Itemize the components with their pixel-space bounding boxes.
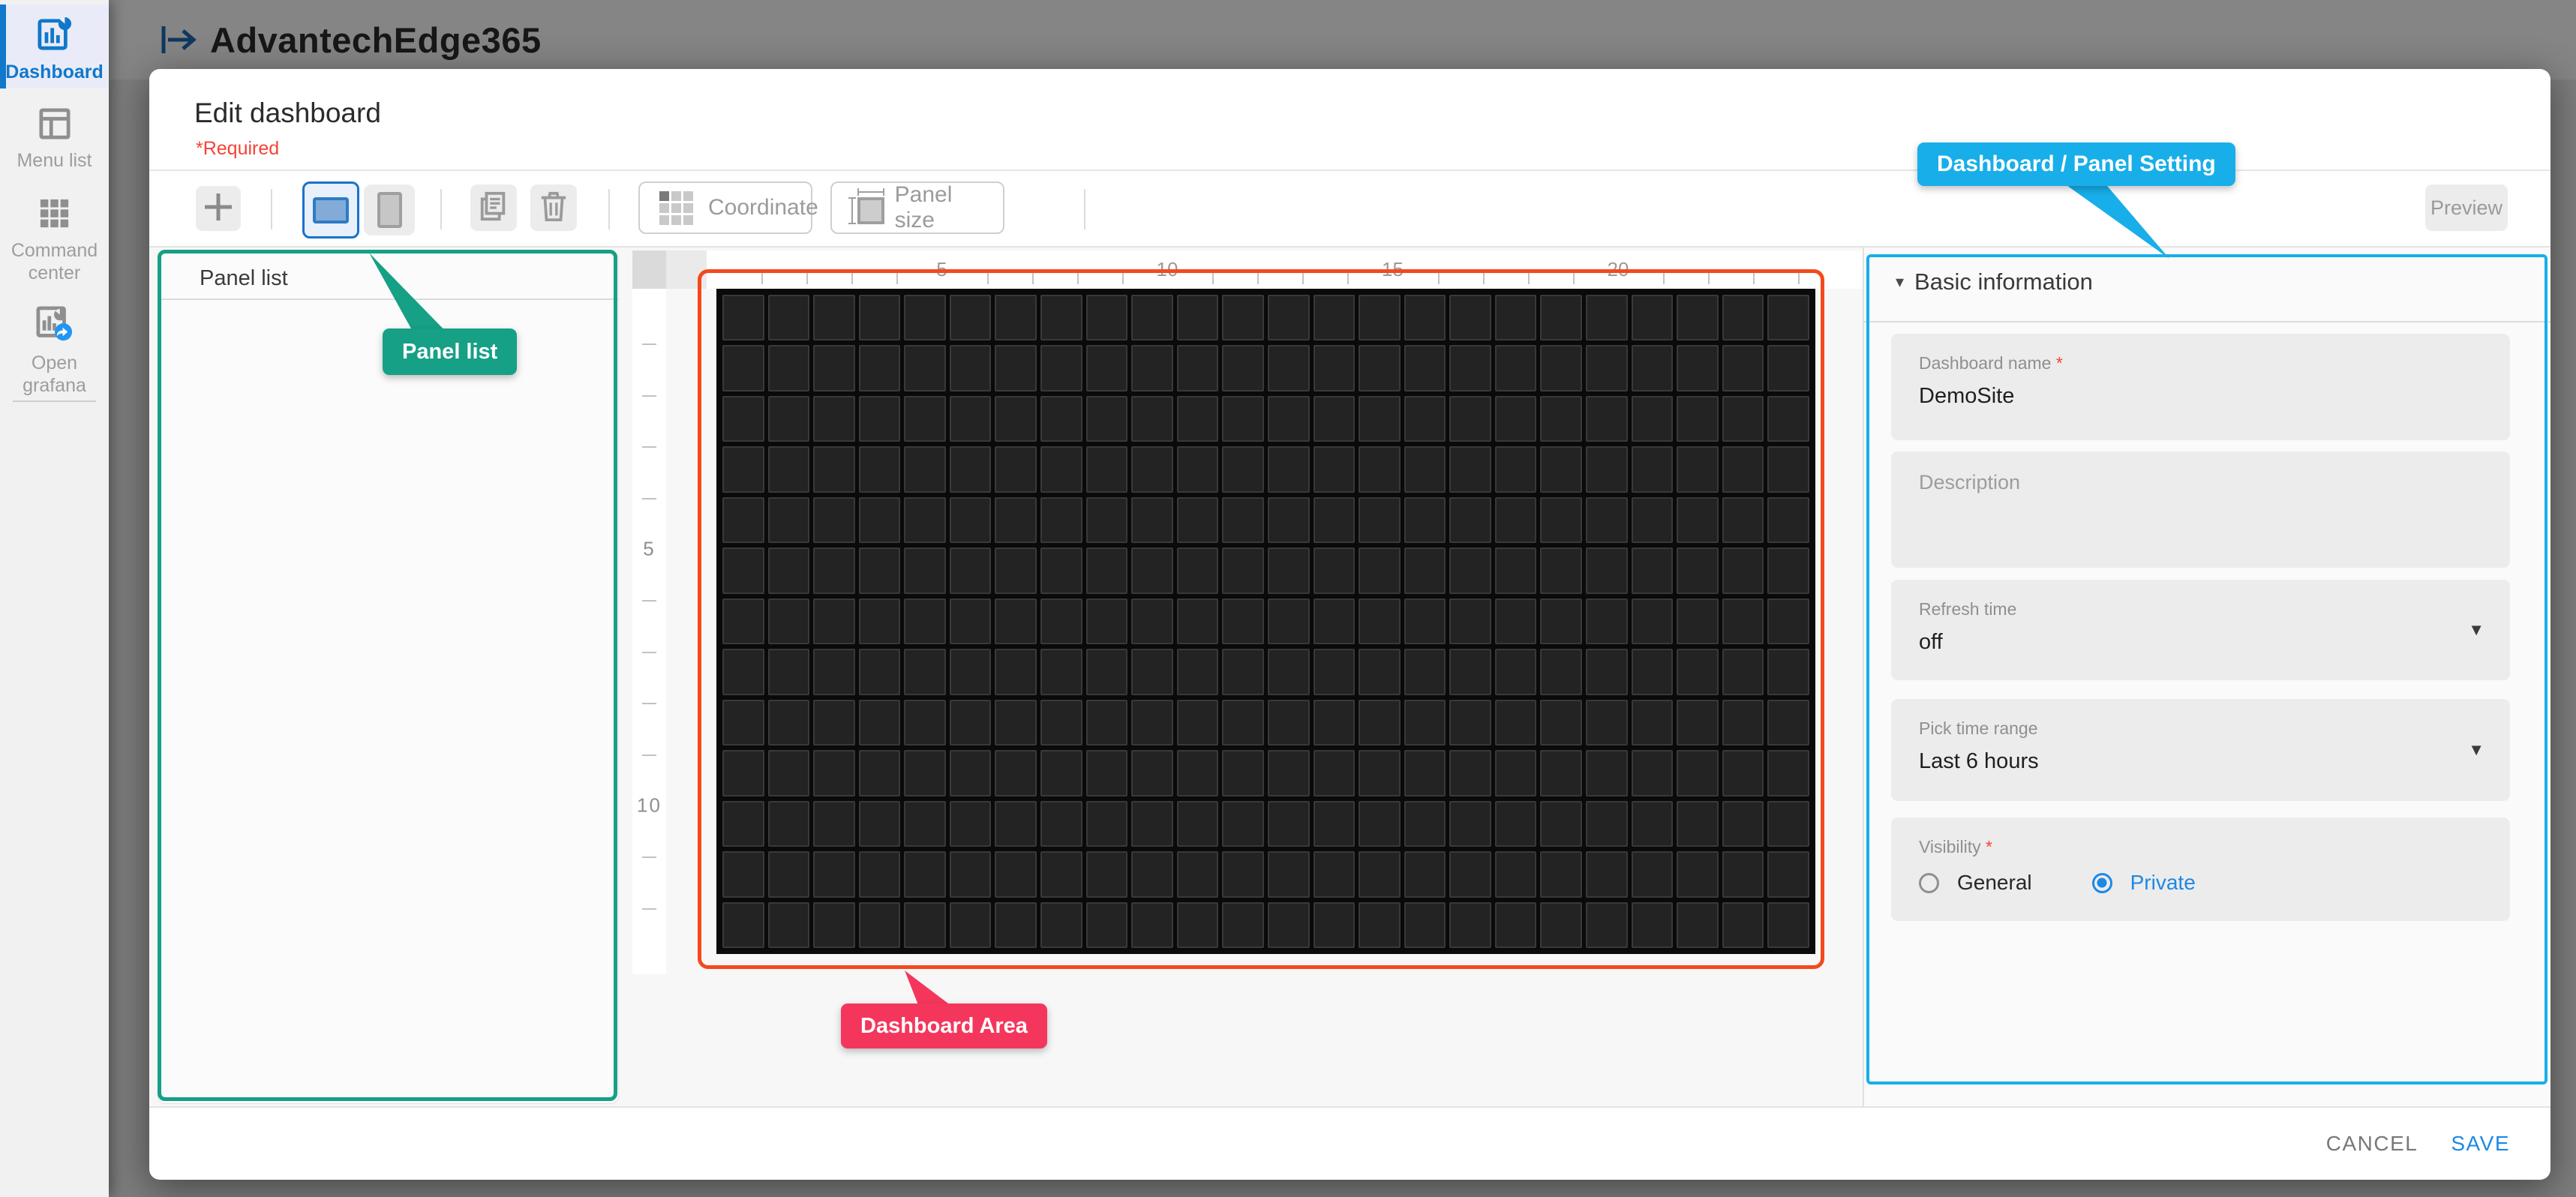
- mobile-layout-toggle[interactable]: [364, 184, 415, 236]
- copy-icon: [478, 190, 509, 226]
- toolbar-separator: [608, 189, 610, 230]
- delete-panel-button[interactable]: [530, 184, 577, 231]
- save-button[interactable]: SAVE: [2451, 1132, 2510, 1156]
- open-grafana-icon: [36, 306, 74, 346]
- sidebar-divider: [13, 400, 96, 402]
- sidebar-item-command-center[interactable]: Command center: [0, 186, 109, 276]
- coordinate-button[interactable]: Coordinate: [638, 182, 812, 234]
- ruler-corner: [632, 250, 666, 289]
- panel-size-label: Panel size: [895, 182, 983, 233]
- plus-icon: [203, 192, 233, 226]
- screen: AdvantechEdge365 Dashboard: [0, 0, 2576, 1197]
- menu-list-icon: [39, 108, 71, 143]
- coordinate-icon: [659, 191, 693, 225]
- cancel-button[interactable]: CANCEL: [2326, 1132, 2418, 1156]
- desktop-layout-icon: [313, 197, 349, 224]
- toolbar-separator: [440, 189, 442, 230]
- panel-list-annotation-box: [158, 250, 617, 1101]
- vertical-ruler: 510: [632, 289, 666, 974]
- sidebar-item-label: Command center: [0, 239, 109, 284]
- panel-setting-badge: Dashboard / Panel Setting: [1917, 142, 2235, 186]
- dialog-title: Edit dashboard: [194, 98, 381, 129]
- panel-size-icon: [851, 191, 880, 224]
- sidebar-item-menu-list[interactable]: Menu list: [0, 96, 109, 171]
- sidebar-item-label: Dashboard: [0, 61, 109, 83]
- panel-size-button[interactable]: Panel size: [830, 182, 1004, 234]
- preview-label: Preview: [2430, 196, 2502, 220]
- sidebar-item-dashboard[interactable]: Dashboard: [0, 4, 109, 88]
- dashboard-area-badge: Dashboard Area: [841, 1004, 1047, 1048]
- toolbar-separator: [271, 189, 272, 230]
- trash-icon: [538, 190, 569, 226]
- copy-panel-button[interactable]: [470, 184, 517, 231]
- desktop-layout-toggle[interactable]: [302, 182, 359, 238]
- active-indicator: [0, 4, 6, 88]
- required-note: *Required: [196, 138, 279, 160]
- panel-setting-annotation-box: [1866, 254, 2547, 1084]
- add-panel-button[interactable]: [196, 186, 241, 231]
- sidebar-item-open-grafana[interactable]: Open grafana: [0, 294, 109, 388]
- sidebar-item-label: Open grafana: [0, 352, 109, 397]
- mobile-layout-icon: [377, 192, 402, 228]
- dialog-footer: CANCEL SAVE: [149, 1108, 2550, 1180]
- sidebar: Dashboard Menu list: [0, 0, 109, 1197]
- panel-list-badge: Panel list: [383, 328, 517, 375]
- preview-button[interactable]: Preview: [2425, 184, 2508, 231]
- coordinate-label: Coordinate: [708, 195, 818, 220]
- dashboard-area-annotation-box: [698, 269, 1824, 969]
- command-center-icon: [39, 198, 71, 233]
- dashboard-icon: [38, 16, 72, 55]
- sidebar-item-label: Menu list: [0, 149, 109, 172]
- toolbar-separator: [1084, 189, 1085, 230]
